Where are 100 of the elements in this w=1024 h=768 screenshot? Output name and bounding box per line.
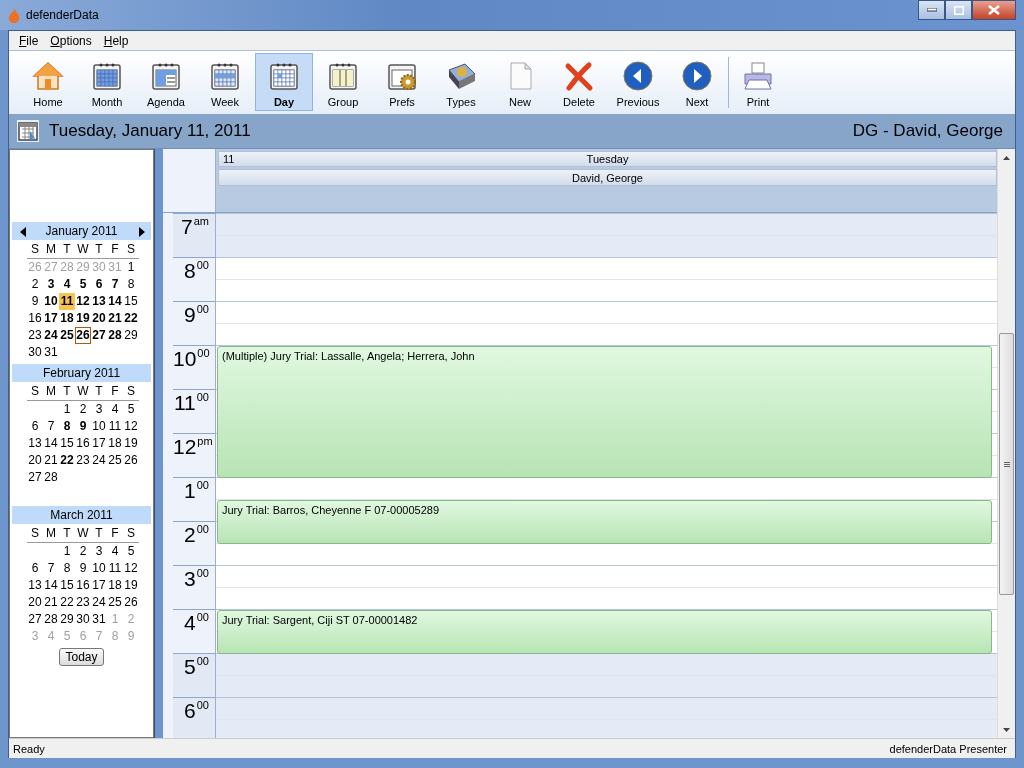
toolbar-button[interactable]: Types — [432, 53, 490, 111]
calendar-day[interactable]: 12 — [123, 559, 139, 577]
calendar-day[interactable]: 14 — [107, 292, 123, 310]
calendar-day[interactable]: 15 — [59, 576, 75, 594]
calendar-day[interactable]: 5 — [123, 542, 139, 560]
calendar-day[interactable]: 26 — [123, 451, 139, 469]
toolbar-button[interactable]: Day — [255, 53, 313, 111]
menu-item[interactable]: File — [13, 33, 45, 48]
maximize-button[interactable] — [945, 0, 972, 20]
calendar-day[interactable]: 9 — [27, 292, 43, 310]
calendar-day[interactable]: 22 — [59, 593, 75, 611]
calendar-day[interactable]: 7 — [107, 275, 123, 293]
calendar-day[interactable]: 23 — [75, 593, 91, 611]
down-arrow-icon[interactable] — [1003, 727, 1010, 732]
calendar-day[interactable]: 24 — [91, 593, 107, 611]
calendar-day[interactable]: 31 — [43, 343, 59, 361]
calendar-day[interactable]: 23 — [75, 451, 91, 469]
calendar-day[interactable]: 9 — [75, 417, 91, 435]
calendar-day[interactable]: 6 — [91, 275, 107, 293]
calendar-day[interactable]: 17 — [91, 434, 107, 452]
delete-icon[interactable] — [563, 60, 595, 92]
calendar-day[interactable]: 15 — [123, 292, 139, 310]
toolbar-button[interactable]: Delete — [550, 53, 608, 111]
toolbar-button[interactable]: Week — [196, 53, 254, 111]
calendar-day[interactable]: 22 — [59, 451, 75, 469]
toolbar-button[interactable]: Next — [668, 53, 726, 111]
calendar-day[interactable]: 15 — [59, 434, 75, 452]
toolbar-button[interactable]: Agenda — [137, 53, 195, 111]
toolbar-button[interactable]: Month — [78, 53, 136, 111]
printer-icon[interactable] — [742, 60, 774, 92]
calendar-day[interactable]: 5 — [123, 400, 139, 418]
calendar-day[interactable]: 12 — [123, 417, 139, 435]
calendar-day[interactable]: 19 — [123, 434, 139, 452]
calendar-day[interactable]: 13 — [27, 576, 43, 594]
calendar-day[interactable]: 7 — [43, 559, 59, 577]
calendar-day[interactable]: 6 — [27, 417, 43, 435]
calendar-day[interactable]: 19 — [75, 309, 91, 327]
calendar-day[interactable]: 30 — [75, 610, 91, 628]
calendar-day[interactable]: 21 — [43, 451, 59, 469]
calendar-day[interactable]: 2 — [27, 275, 43, 293]
calendar-day[interactable]: 4 — [107, 400, 123, 418]
menu-item[interactable]: Options — [44, 33, 98, 48]
calendar-day[interactable]: 16 — [27, 309, 43, 327]
calendar-day[interactable]: 5 — [75, 275, 91, 293]
calendar-day[interactable]: 26 — [123, 593, 139, 611]
calendar-day[interactable]: 9 — [75, 559, 91, 577]
calendar-day[interactable]: 24 — [91, 451, 107, 469]
time-slot[interactable] — [216, 676, 997, 698]
book-icon[interactable] — [445, 60, 477, 92]
up-arrow-icon[interactable] — [1003, 155, 1010, 160]
calendar-day[interactable]: 4 — [59, 275, 75, 293]
calendar-day[interactable]: 10 — [43, 292, 59, 310]
toolbar-button[interactable]: Group — [314, 53, 372, 111]
calendar-day[interactable]: 27 — [27, 610, 43, 628]
today-button[interactable]: Today — [59, 648, 104, 666]
house-icon[interactable] — [32, 60, 64, 92]
calendar-day[interactable]: 25 — [59, 326, 75, 344]
calendar-day[interactable]: 4 — [107, 542, 123, 560]
time-slot[interactable] — [216, 236, 997, 258]
calendar-day[interactable]: 26 — [75, 326, 91, 344]
toolbar-button[interactable]: Prefs — [373, 53, 431, 111]
calendar-day[interactable]: 25 — [107, 593, 123, 611]
calendar-day[interactable]: 18 — [59, 309, 75, 327]
calendar-day[interactable]: 10 — [91, 559, 107, 577]
calendar-day[interactable]: 17 — [43, 309, 59, 327]
calendar-day[interactable]: 27 — [91, 326, 107, 344]
calendar-day[interactable]: 20 — [27, 593, 43, 611]
calendar-day[interactable]: 28 — [43, 468, 59, 486]
calendar-day[interactable]: 21 — [43, 593, 59, 611]
calendar-day[interactable]: 16 — [75, 434, 91, 452]
menu-item[interactable]: Help — [97, 33, 135, 48]
calendar-day[interactable]: 20 — [27, 451, 43, 469]
toolbar-button[interactable]: New — [491, 53, 549, 111]
calendar-day[interactable]: 3 — [91, 542, 107, 560]
appointment[interactable]: Jury Trial: Sargent, Ciji ST 07-00001482 — [217, 610, 992, 654]
calendar-day[interactable]: 7 — [43, 417, 59, 435]
calendar-day[interactable]: 29 — [59, 610, 75, 628]
toolbar-button[interactable]: Previous — [609, 53, 667, 111]
calendar-day[interactable]: 13 — [27, 434, 43, 452]
calendar-day[interactable]: 21 — [107, 309, 123, 327]
calendar-day[interactable]: 1 — [123, 258, 139, 276]
calendar-day[interactable]: 11 — [107, 417, 123, 435]
appointment[interactable]: Jury Trial: Barros, Cheyenne F 07-00005289 — [217, 500, 992, 544]
calendar-day[interactable]: 17 — [91, 576, 107, 594]
appointment[interactable]: (Multiple) Jury Trial: Lassalle, Angela; Herrera, John — [217, 346, 992, 478]
calendar-day[interactable]: 1 — [59, 542, 75, 560]
calendar-icon[interactable] — [17, 120, 39, 142]
calendar-day[interactable]: 3 — [43, 275, 59, 293]
calendar-day[interactable]: 27 — [27, 468, 43, 486]
calendar-day[interactable]: 3 — [91, 400, 107, 418]
scrollbar-thumb[interactable] — [999, 333, 1014, 595]
calendar-day[interactable]: 14 — [43, 576, 59, 594]
calendar-day[interactable]: 19 — [123, 576, 139, 594]
calendar-day[interactable]: 20 — [91, 309, 107, 327]
calendar-day[interactable]: 1 — [59, 400, 75, 418]
calendar-day[interactable]: 8 — [59, 417, 75, 435]
calendar-day[interactable]: 25 — [107, 451, 123, 469]
calendar-day[interactable]: 12 — [75, 292, 91, 310]
toolbar-button[interactable]: Home — [19, 53, 77, 111]
calendar-day[interactable]: 18 — [107, 434, 123, 452]
